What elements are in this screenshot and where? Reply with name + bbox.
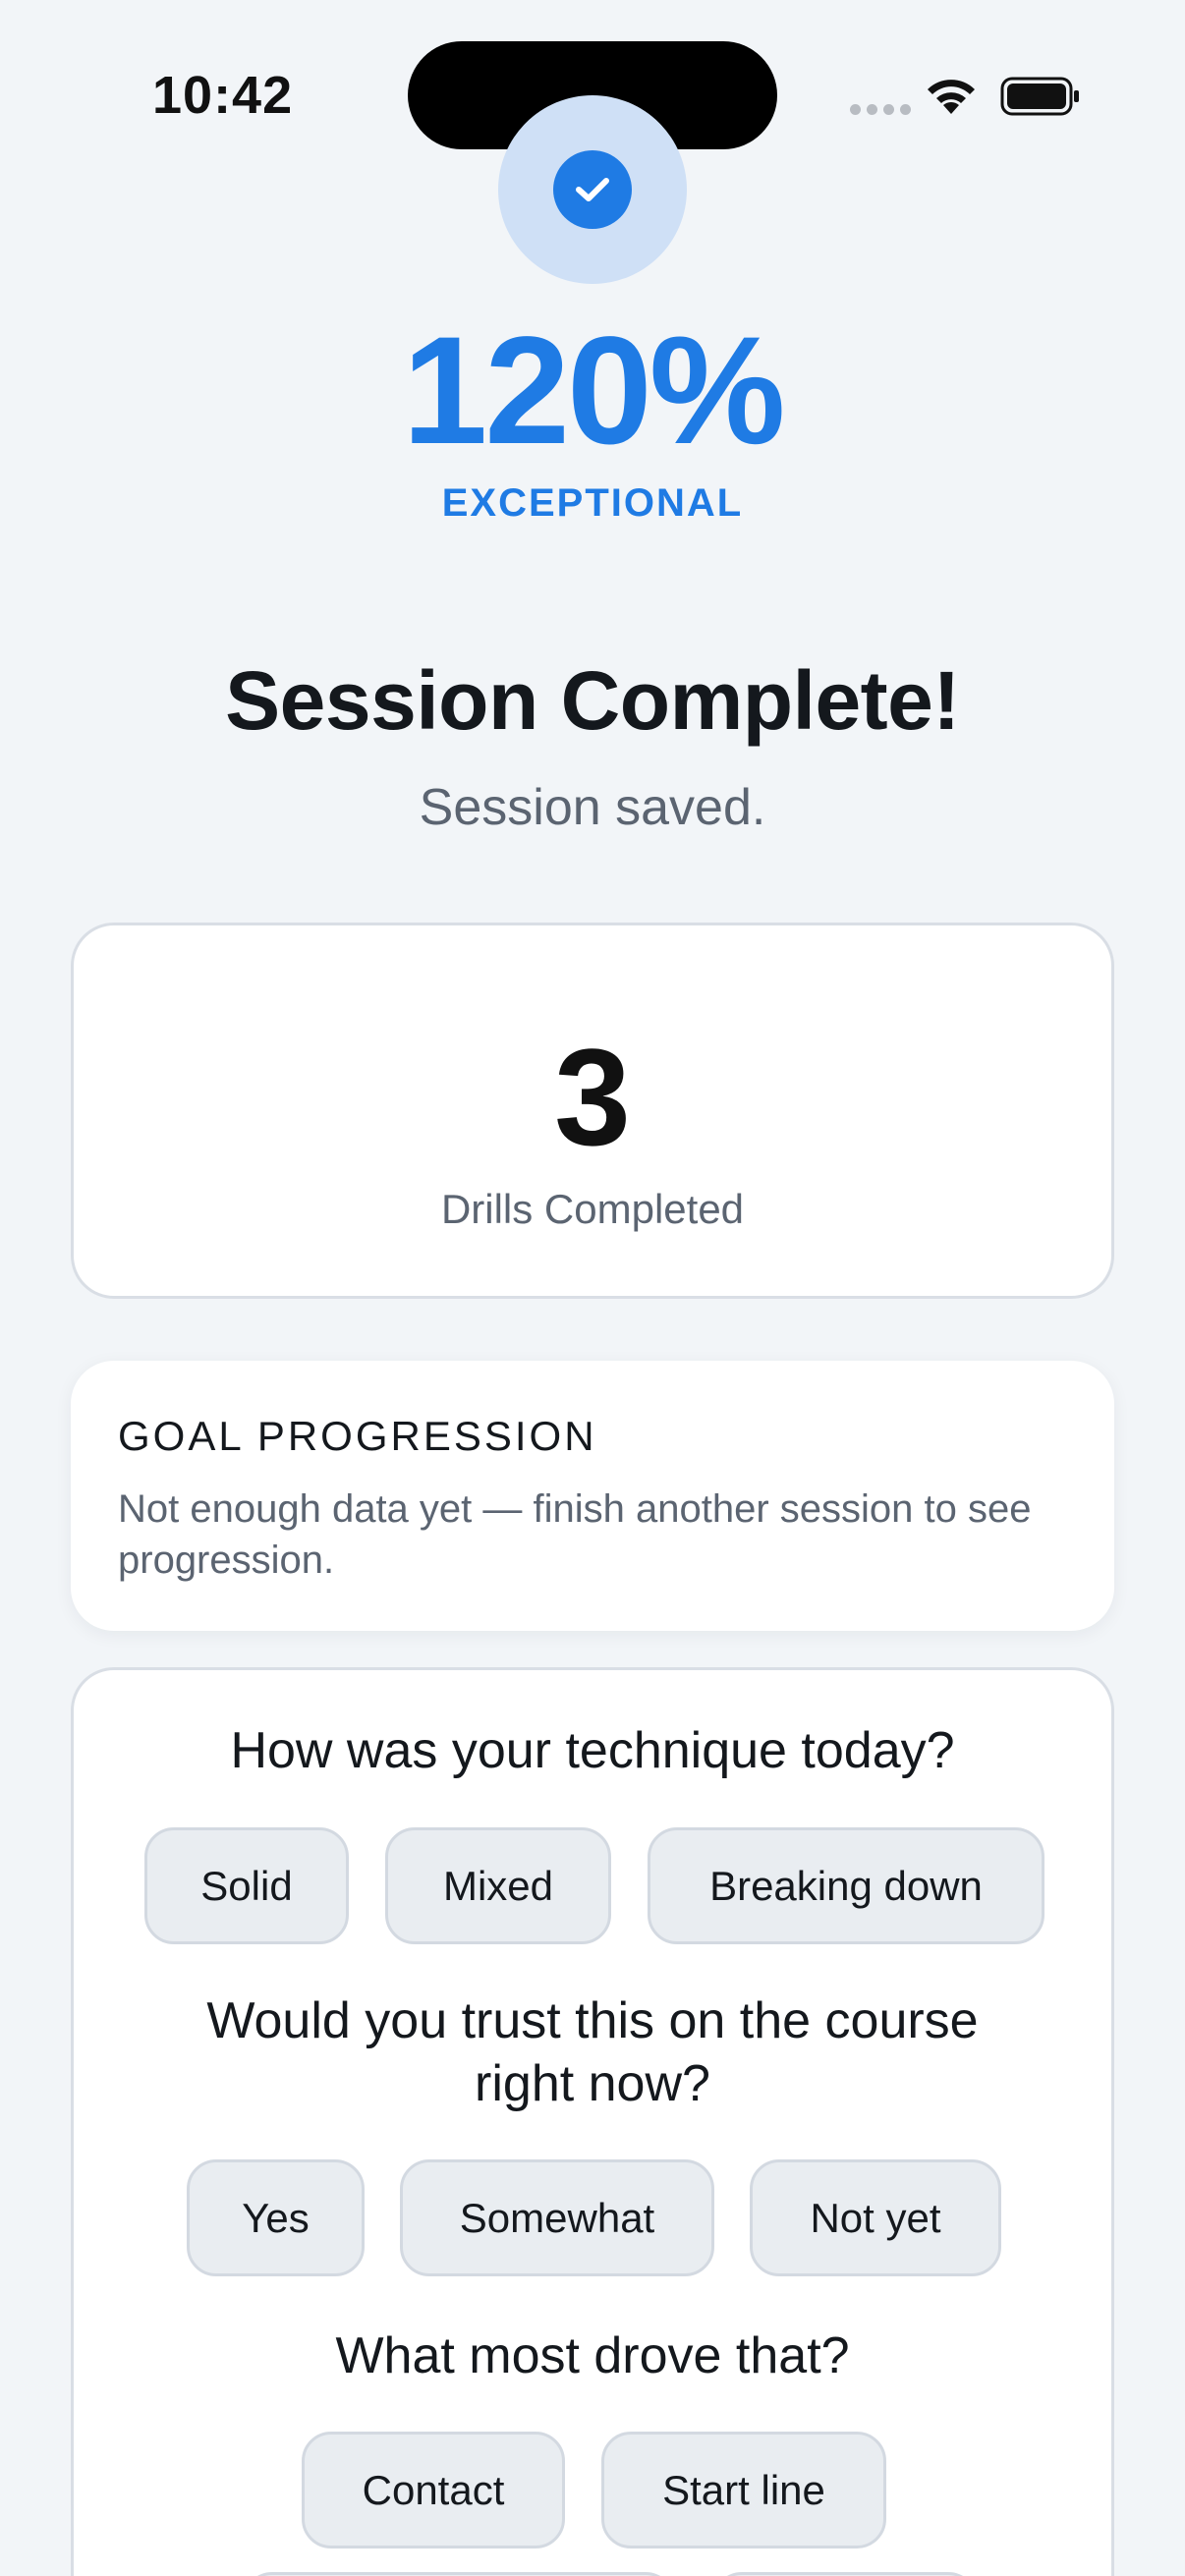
option-yes[interactable]: Yes bbox=[187, 2159, 365, 2276]
option-breaking-down[interactable]: Breaking down bbox=[648, 1827, 1044, 1944]
option-mixed[interactable]: Mixed bbox=[385, 1827, 611, 1944]
goal-progression-card: GOAL PROGRESSION Not enough data yet — f… bbox=[71, 1361, 1114, 1631]
technique-question: How was your technique today? bbox=[230, 1722, 955, 1779]
status-time: 10:42 bbox=[152, 66, 294, 125]
wifi-icon bbox=[928, 80, 975, 114]
drills-count: 3 bbox=[554, 1020, 631, 1174]
drills-label: Drills Completed bbox=[440, 1186, 745, 1232]
option-partial-chip[interactable] bbox=[243, 2572, 675, 2576]
score-rating: EXCEPTIONAL bbox=[441, 481, 744, 525]
checkmark-icon bbox=[553, 150, 632, 229]
cellular-signal-icon bbox=[850, 104, 911, 115]
page-subtitle: Session saved. bbox=[419, 779, 766, 836]
option-start-line[interactable]: Start line bbox=[601, 2432, 886, 2548]
goal-progression-title: GOAL PROGRESSION bbox=[118, 1413, 597, 1459]
option-not-yet[interactable]: Not yet bbox=[750, 2159, 1001, 2276]
page-title: Session Complete! bbox=[225, 654, 960, 747]
feedback-card: How was your technique today? Solid Mixe… bbox=[71, 1667, 1114, 2576]
trust-question: Would you trust this on the course right… bbox=[206, 1992, 979, 2112]
driver-question: What most drove that? bbox=[335, 2327, 850, 2384]
session-score: 120% bbox=[402, 306, 786, 476]
drills-stat-card: 3 Drills Completed bbox=[71, 923, 1114, 1299]
battery-icon bbox=[1000, 77, 1079, 116]
option-contact[interactable]: Contact bbox=[302, 2432, 565, 2548]
goal-progression-text: Not enough data yet — finish another ses… bbox=[118, 1487, 1032, 1582]
option-somewhat[interactable]: Somewhat bbox=[400, 2159, 714, 2276]
option-partial-chip[interactable] bbox=[712, 2572, 978, 2576]
option-solid[interactable]: Solid bbox=[144, 1827, 349, 1944]
